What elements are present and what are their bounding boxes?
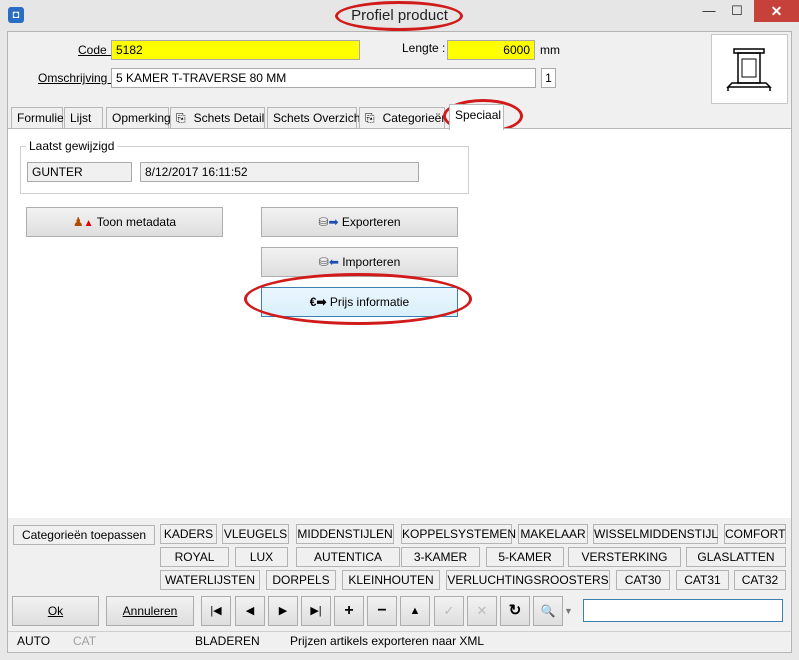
category-wisselmiddenstijl[interactable]: WISSELMIDDENSTIJL xyxy=(593,524,718,544)
category-5-kamer[interactable]: 5-KAMER xyxy=(486,547,564,567)
profile-shape-icon xyxy=(726,48,772,91)
warning-triangle-icon: ▲ xyxy=(83,218,94,229)
tab-speciaal[interactable]: Speciaal xyxy=(449,104,504,130)
annuleren-button[interactable]: Annuleren xyxy=(106,596,194,626)
metadata-icon: ♟ xyxy=(72,215,84,229)
category-royal[interactable]: ROYAL xyxy=(160,547,229,567)
status-mode-auto: AUTO xyxy=(17,634,51,648)
paperclip-icon: ⎘ xyxy=(365,111,375,125)
exporteren-button[interactable]: ⛁➡ Exporteren xyxy=(261,207,458,237)
category-koppelsystemen[interactable]: KOPPELSYSTEMEN xyxy=(401,524,516,544)
close-button[interactable]: ✕ xyxy=(754,0,799,22)
laatst-user-field: GUNTER xyxy=(27,162,132,182)
category-verluchtingsroosters[interactable]: VERLUCHTINGSROOSTERS xyxy=(446,570,610,590)
toon-metadata-button[interactable]: ♟▲ Toon metadata xyxy=(26,207,223,237)
nav-cancel-button[interactable]: ✕ xyxy=(467,596,497,626)
minimize-button[interactable]: — xyxy=(694,0,724,22)
omschrijving-field[interactable]: 5 KAMER T-TRAVERSE 80 MM xyxy=(111,68,536,88)
database-import-icon: ⛁ xyxy=(318,255,329,269)
tab-opmerking[interactable]: Opmerking xyxy=(106,107,171,129)
categorieen-toepassen-button[interactable]: Categorieën toepassen xyxy=(13,525,155,545)
category-middenstijlen[interactable]: MIDDENSTIJLEN xyxy=(296,524,394,544)
category-autentica[interactable]: AUTENTICA xyxy=(296,547,400,567)
tab-categorieen[interactable]: ⎘ Categorieën xyxy=(359,107,445,129)
ok-button[interactable]: Ok xyxy=(12,596,99,626)
category-comfort[interactable]: COMFORT xyxy=(724,524,786,544)
title-annotation-ellipse xyxy=(335,1,463,31)
nav-up-button[interactable]: ▲ xyxy=(400,596,430,626)
lengte-unit: mm xyxy=(540,43,560,57)
lengte-label: Lengte : xyxy=(402,41,446,55)
maximize-button[interactable]: ☐ xyxy=(722,0,752,22)
category-lux[interactable]: LUX xyxy=(235,547,288,567)
lengte-field[interactable]: 6000 xyxy=(447,40,535,60)
tab-schets-detail[interactable]: ⎘ Schets Detail xyxy=(170,107,265,129)
category-makelaar[interactable]: MAKELAAR xyxy=(518,524,588,544)
category-cat31[interactable]: CAT31 xyxy=(676,570,729,590)
arrow-left-icon: ⬅ xyxy=(328,255,339,269)
nav-delete-button[interactable]: − xyxy=(367,596,397,626)
category-dorpels[interactable]: DORPELS xyxy=(266,570,336,590)
omschrijving-count: 1 xyxy=(541,68,556,88)
chevron-down-icon[interactable]: ▼ xyxy=(564,606,573,616)
tab-formulier[interactable]: Formulier xyxy=(11,107,68,129)
paperclip-icon: ⎘ xyxy=(176,111,186,125)
profile-thumbnail xyxy=(711,34,788,104)
arrow-right-icon: ➡ xyxy=(328,215,339,229)
category-versterking[interactable]: VERSTERKING xyxy=(568,547,681,567)
category-cat30[interactable]: CAT30 xyxy=(616,570,670,590)
category-glaslatten[interactable]: GLASLATTEN xyxy=(686,547,786,567)
database-export-icon: ⛁ xyxy=(318,215,329,229)
nav-find-button[interactable]: 🔍 xyxy=(533,596,563,626)
category-kaders[interactable]: KADERS xyxy=(160,524,217,544)
nav-last-button[interactable]: ▶| xyxy=(301,596,331,626)
category-3-kamer[interactable]: 3-KAMER xyxy=(401,547,480,567)
status-mode-cat: CAT xyxy=(73,634,97,648)
prijs-annotation-ellipse xyxy=(244,273,472,325)
omschrijving-label: Omschrijving : xyxy=(38,71,115,85)
category-cat32[interactable]: CAT32 xyxy=(734,570,786,590)
laatst-datetime-field: 8/12/2017 16:11:52 xyxy=(140,162,419,182)
nav-post-button[interactable]: ✓ xyxy=(434,596,464,626)
tab-lijst[interactable]: Lijst xyxy=(64,107,103,129)
category-vleugels[interactable]: VLEUGELS xyxy=(222,524,289,544)
nav-refresh-button[interactable]: ↻ xyxy=(500,596,530,626)
nav-next-button[interactable]: ▶ xyxy=(268,596,298,626)
category-waterlijsten[interactable]: WATERLIJSTEN xyxy=(160,570,260,590)
laatst-legend: Laatst gewijzigd xyxy=(26,139,118,153)
status-message: Prijzen artikels exporteren naar XML xyxy=(290,634,485,648)
code-label: Code : xyxy=(78,43,114,57)
nav-prev-button[interactable]: ◀ xyxy=(235,596,265,626)
search-input[interactable] xyxy=(583,599,783,622)
code-field[interactable]: 5182 xyxy=(111,40,360,60)
status-state: BLADEREN xyxy=(195,634,260,648)
category-kleinhouten[interactable]: KLEINHOUTEN xyxy=(342,570,440,590)
tab-schets-overzicht[interactable]: Schets Overzicht xyxy=(267,107,364,129)
nav-add-button[interactable]: + xyxy=(334,596,364,626)
nav-first-button[interactable]: |◀ xyxy=(201,596,231,626)
